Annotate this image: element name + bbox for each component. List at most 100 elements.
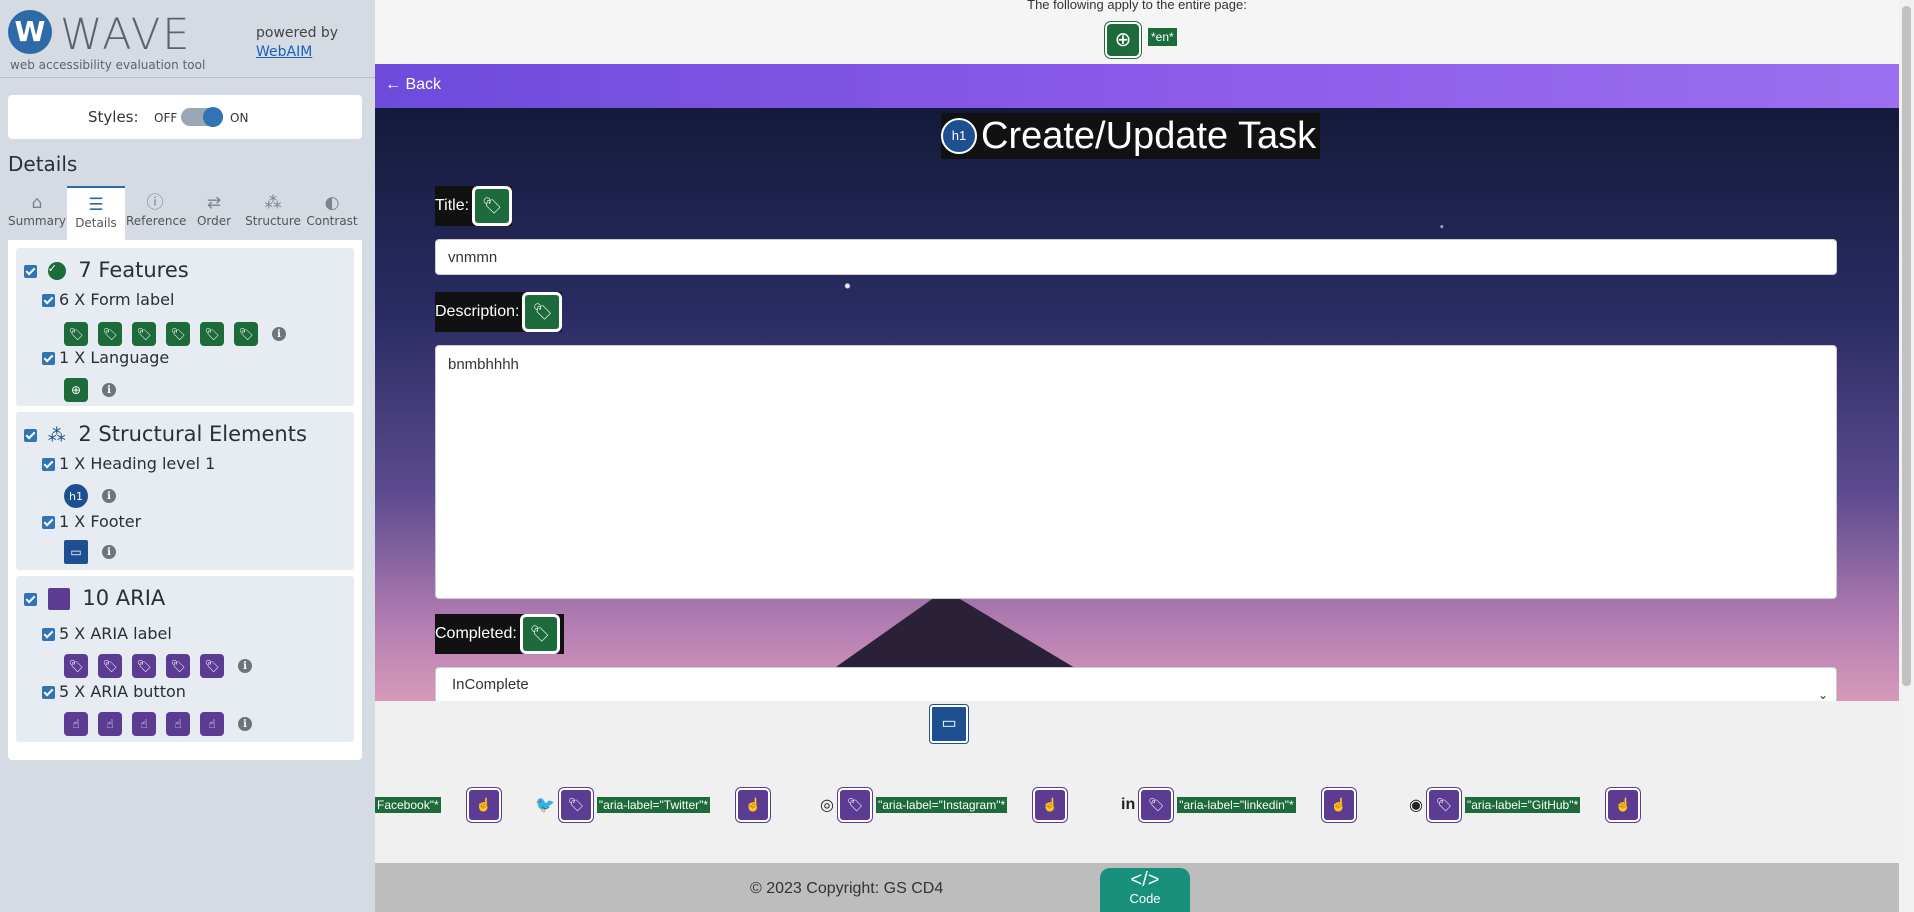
info-icon[interactable]: i bbox=[238, 717, 252, 731]
globe-icon[interactable]: ⊕ bbox=[1105, 22, 1141, 58]
back-link[interactable]: ← Back bbox=[385, 76, 441, 94]
aria-button-icon[interactable]: ☝ bbox=[200, 712, 224, 736]
footer-checkbox[interactable] bbox=[42, 516, 55, 529]
h1-icon[interactable]: h1 bbox=[941, 118, 977, 154]
linkedin-icon[interactable]: in bbox=[1121, 796, 1135, 814]
details-panel: ✓ 7 Features 6 X Form label 🏷 🏷 🏷 🏷 🏷 🏷 … bbox=[8, 240, 362, 760]
aria-tag-icon[interactable]: 🏷 bbox=[558, 788, 593, 822]
wave-name: WAVE bbox=[60, 10, 192, 60]
structural-heading: ⁂ 2 Structural Elements bbox=[24, 422, 307, 446]
powered-by-text: powered by bbox=[256, 25, 339, 41]
tab-details[interactable]: ☰ Details bbox=[67, 186, 125, 240]
aria-tag-icon[interactable]: 🏷 bbox=[166, 654, 190, 678]
aria-label-text: Facebook"* bbox=[375, 797, 441, 813]
tag-icon[interactable]: 🏷 bbox=[519, 614, 560, 654]
aria-button-icons: ☝ ☝ ☝ ☝ ☝ i bbox=[64, 712, 252, 736]
tag-icon[interactable]: 🏷 bbox=[200, 322, 224, 346]
styles-toggle[interactable] bbox=[181, 107, 223, 127]
structural-group: ⁂ 2 Structural Elements 1 X Heading leve… bbox=[16, 412, 354, 570]
heading-checkbox[interactable] bbox=[42, 458, 55, 471]
title-label: Title: 🏷 bbox=[435, 186, 513, 226]
github-icon[interactable]: ◉ bbox=[1409, 795, 1423, 815]
aria-button-icon[interactable]: ☝ bbox=[132, 712, 156, 736]
top-note-text: The following apply to the entire page: bbox=[1027, 0, 1247, 12]
social-linkedin: in 🏷 "aria-label="linkedin"* ☝ bbox=[1121, 788, 1356, 822]
aria-tag-icon[interactable]: 🏷 bbox=[1139, 788, 1174, 822]
page-scrollbar[interactable] bbox=[1899, 0, 1914, 912]
aria-tag-icon[interactable]: 🏷 bbox=[1426, 788, 1461, 822]
info-icon[interactable]: i bbox=[102, 383, 116, 397]
form-label-item: 6 X Form label bbox=[42, 290, 174, 309]
wave-logo-icon[interactable]: W bbox=[8, 10, 52, 54]
footer-icon[interactable]: ▭ bbox=[64, 540, 88, 564]
form-label-checkbox[interactable] bbox=[42, 294, 55, 307]
check-circle-icon: ✓ bbox=[47, 262, 66, 280]
h1-icon[interactable]: h1 bbox=[64, 484, 88, 508]
info-icon[interactable]: i bbox=[102, 489, 116, 503]
styles-off-label: OFF bbox=[154, 111, 178, 125]
description-label: Description: 🏷 bbox=[435, 292, 563, 332]
tag-icon[interactable]: 🏷 bbox=[64, 322, 88, 346]
aria-label-text: "aria-label="GitHub"* bbox=[1464, 797, 1581, 813]
globe-icon[interactable]: ⊕ bbox=[64, 378, 88, 402]
tag-icon[interactable]: 🏷 bbox=[98, 322, 122, 346]
aria-button-checkbox[interactable] bbox=[42, 686, 55, 699]
tag-icon[interactable]: 🏷 bbox=[522, 292, 563, 332]
aria-label-text: "aria-label="Instagram"* bbox=[875, 797, 1008, 813]
home-icon: ⌂ bbox=[31, 193, 43, 213]
toggle-knob bbox=[203, 107, 223, 127]
info-icon[interactable]: i bbox=[238, 659, 252, 673]
instagram-icon[interactable]: ◎ bbox=[820, 795, 834, 815]
aria-label-text: "aria-label="linkedin"* bbox=[1177, 797, 1296, 813]
scrollbar-thumb[interactable] bbox=[1902, 6, 1911, 686]
structural-checkbox[interactable] bbox=[24, 428, 37, 442]
tab-structure[interactable]: ⁂ Structure bbox=[244, 186, 302, 238]
aria-tag-icon[interactable]: 🏷 bbox=[132, 654, 156, 678]
aria-tag-icon[interactable]: 🏷 bbox=[837, 788, 872, 822]
form-label-text: 6 X Form label bbox=[59, 290, 175, 309]
twitter-icon[interactable]: 🐦 bbox=[535, 795, 555, 815]
tag-icon[interactable]: 🏷 bbox=[132, 322, 156, 346]
description-textarea[interactable]: bnmbhhhh bbox=[435, 345, 1837, 599]
language-checkbox[interactable] bbox=[42, 352, 55, 365]
footer-icon[interactable]: ▭ bbox=[930, 705, 968, 743]
features-checkbox[interactable] bbox=[24, 264, 37, 278]
aria-checkbox[interactable] bbox=[24, 592, 37, 606]
description-label-text: Description: bbox=[435, 303, 520, 320]
aria-button-icon[interactable]: ☝ bbox=[166, 712, 190, 736]
tag-icon[interactable]: 🏷 bbox=[472, 186, 513, 226]
styles-label: Styles: bbox=[88, 108, 139, 126]
aria-button-icon[interactable]: ☝ bbox=[1606, 788, 1641, 822]
tag-icon[interactable]: 🏷 bbox=[234, 322, 258, 346]
aria-tag-icon[interactable]: 🏷 bbox=[200, 654, 224, 678]
tag-icon[interactable]: 🏷 bbox=[166, 322, 190, 346]
tab-order[interactable]: ⇄ Order bbox=[185, 186, 243, 238]
tab-summary[interactable]: ⌂ Summary bbox=[8, 186, 66, 238]
aria-tag-icon[interactable]: 🏷 bbox=[98, 654, 122, 678]
hero-background: h1 Create/Update Task Title: 🏷 vnmmn Des… bbox=[375, 108, 1899, 701]
aria-label-checkbox[interactable] bbox=[42, 628, 55, 641]
aria-button-icon[interactable]: ☝ bbox=[1033, 788, 1068, 822]
aria-button-icon[interactable]: ☝ bbox=[64, 712, 88, 736]
heading-icons: h1 i bbox=[64, 484, 116, 508]
info-icon[interactable]: i bbox=[272, 327, 286, 341]
info-icon[interactable]: i bbox=[102, 545, 116, 559]
code-button[interactable]: </> Code bbox=[1100, 868, 1190, 912]
aria-cube-icon bbox=[47, 588, 70, 610]
completed-label-text: Completed: bbox=[435, 625, 517, 642]
completed-select[interactable]: InComplete ⌄ bbox=[435, 667, 1837, 701]
tab-contrast[interactable]: ◐ Contrast bbox=[303, 186, 361, 238]
aria-button-icon[interactable]: ☝ bbox=[1321, 788, 1356, 822]
completed-label: Completed: 🏷 bbox=[435, 614, 564, 654]
aria-button-icon[interactable]: ☝ bbox=[98, 712, 122, 736]
aria-tag-icon[interactable]: 🏷 bbox=[64, 654, 88, 678]
webaim-link[interactable]: WebAIM bbox=[256, 44, 312, 60]
language-item: 1 X Language bbox=[42, 348, 169, 367]
title-input[interactable]: vnmmn bbox=[435, 239, 1837, 275]
aria-button-icon[interactable]: ☝ bbox=[736, 788, 771, 822]
page-language-note: The following apply to the entire page: … bbox=[375, 0, 1899, 64]
language-text: 1 X Language bbox=[59, 348, 170, 367]
tab-reference[interactable]: ⓘ Reference bbox=[126, 186, 186, 238]
structure-icon: ⁂ bbox=[264, 193, 282, 213]
aria-button-icon[interactable]: ☝ bbox=[466, 788, 501, 822]
